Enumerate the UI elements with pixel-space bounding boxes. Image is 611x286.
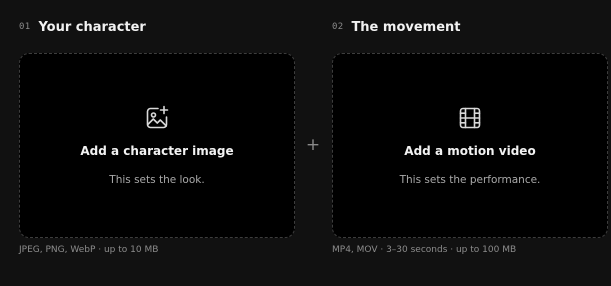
dropzone-title: Add a character image [80,144,234,158]
step-title: The movement [351,19,461,35]
character-image-dropzone[interactable]: Add a character image This sets the look… [19,53,295,238]
plus-separator: + [305,135,321,155]
character-step-header: 01 Your character [19,18,146,36]
step-number: 01 [19,22,31,32]
dropzone-subtitle: This sets the performance. [399,174,541,186]
dropzone-title: Add a motion video [404,144,536,158]
file-requirements: JPEG, PNG, WebP · up to 10 MB [19,245,159,255]
movement-step-header: 02 The movement [332,18,461,36]
dropzone-subtitle: This sets the look. [109,174,205,186]
movement-panel: 02 The movement Add a motion video This … [332,0,608,286]
motion-video-dropzone[interactable]: Add a motion video This sets the perform… [332,53,608,238]
film-icon [456,104,484,132]
file-requirements: MP4, MOV · 3–30 seconds · up to 100 MB [332,245,517,255]
image-add-icon [143,104,171,132]
step-title: Your character [38,19,146,35]
step-number: 02 [332,22,344,32]
upload-page: 01 Your character Add a character image … [0,0,611,286]
character-panel: 01 Your character Add a character image … [19,0,295,286]
